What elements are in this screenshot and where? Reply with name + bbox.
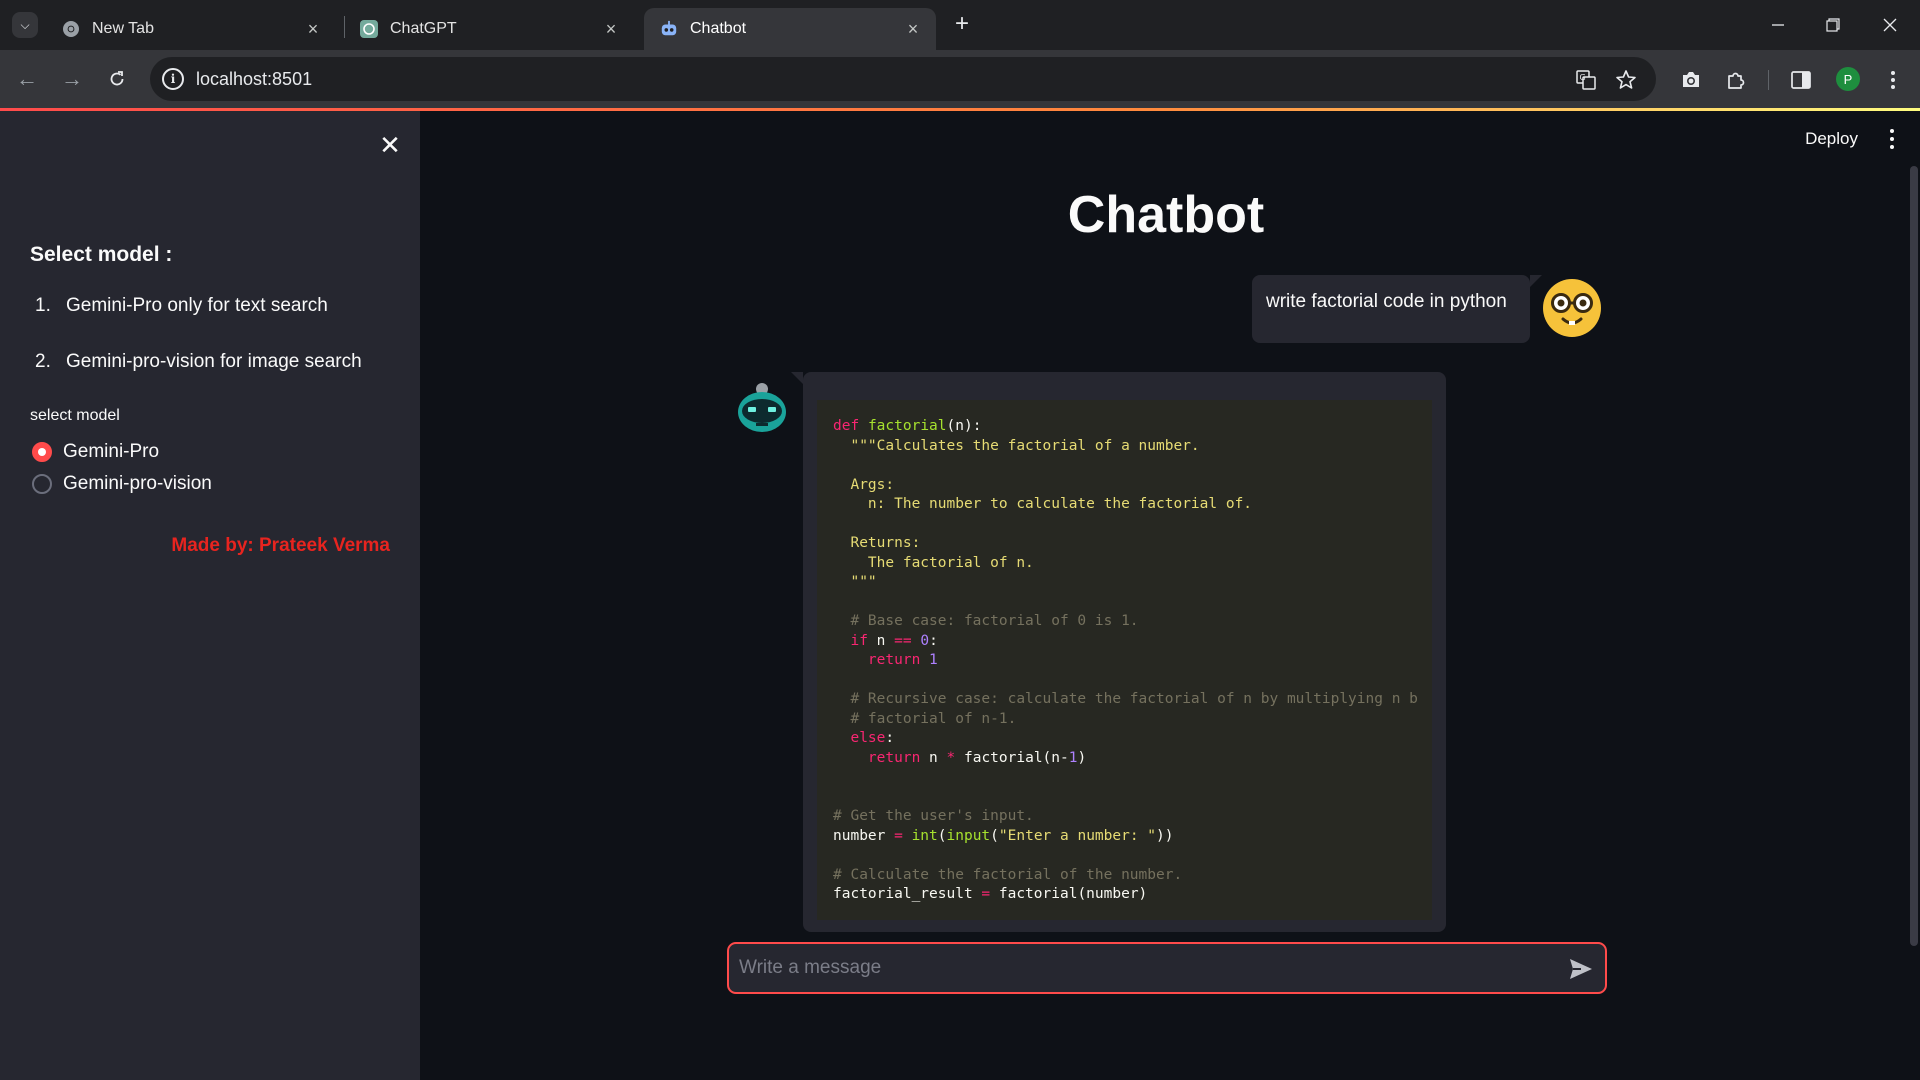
radio-option-gemini-pro[interactable]: Gemini-Pro — [32, 441, 159, 463]
chrome-icon — [62, 20, 80, 38]
message-input[interactable] — [739, 952, 1539, 984]
tab-title: New Tab — [92, 20, 154, 37]
url-text[interactable]: localhost:8501 — [196, 69, 312, 90]
bot-avatar-robot-icon — [734, 381, 790, 437]
camera-icon[interactable] — [1678, 67, 1704, 93]
tab-new-tab[interactable]: New Tab × — [46, 8, 336, 50]
code-block: def factorial(n): """Calculates the fact… — [817, 400, 1432, 920]
close-icon[interactable]: × — [304, 20, 322, 38]
radio-option-label: Gemini-pro-vision — [63, 473, 212, 494]
model-description-list: 1. Gemini-Pro only for text search 2. Ge… — [30, 295, 362, 407]
scrollbar[interactable] — [1910, 166, 1918, 946]
radio-option-label: Gemini-Pro — [63, 441, 160, 462]
address-bar[interactable]: i localhost:8501 G — [150, 57, 1656, 101]
close-icon[interactable]: ✕ — [376, 131, 404, 159]
user-avatar-nerd-face-icon — [1541, 277, 1603, 339]
restore-icon[interactable] — [1813, 8, 1853, 42]
browser-toolbar: ← → i localhost:8501 G P — [0, 50, 1920, 108]
close-icon[interactable]: × — [904, 20, 922, 38]
user-message-bubble: write factorial code in python — [1252, 275, 1530, 343]
tab-chatbot[interactable]: Chatbot × — [644, 8, 936, 50]
close-icon[interactable]: × — [602, 20, 620, 38]
radio-button[interactable] — [32, 442, 52, 462]
minimize-icon[interactable] — [1758, 8, 1798, 42]
toolbar-divider — [1768, 70, 1769, 90]
list-item: 1. Gemini-Pro only for text search — [35, 295, 328, 316]
site-info-icon[interactable]: i — [162, 68, 184, 90]
profile-avatar[interactable]: P — [1836, 67, 1860, 91]
send-icon[interactable] — [1567, 955, 1595, 983]
tab-title: Chatbot — [690, 20, 747, 37]
page-title: Chatbot — [1067, 186, 1265, 244]
back-arrow-icon[interactable]: ← — [10, 62, 44, 96]
tab-chatgpt[interactable]: ChatGPT × — [344, 8, 634, 50]
bot-bubble-tail — [791, 372, 803, 384]
list-item: 2. Gemini-pro-vision for image search — [35, 351, 362, 372]
author-credit: Made by: Prateek Verma — [171, 535, 390, 556]
robot-icon — [660, 20, 678, 38]
radio-group-label: select model — [30, 407, 120, 424]
deploy-button[interactable]: Deploy — [1805, 129, 1858, 149]
radio-option-gemini-pro-vision[interactable]: Gemini-pro-vision — [32, 473, 212, 495]
app-menu-icon[interactable] — [1884, 127, 1900, 151]
bookmark-star-icon[interactable] — [1614, 68, 1638, 92]
code-content: def factorial(n): """Calculates the fact… — [833, 418, 1418, 902]
translate-icon[interactable]: G — [1574, 68, 1598, 92]
extensions-puzzle-icon[interactable] — [1723, 67, 1749, 93]
bot-message-bubble: def factorial(n): """Calculates the fact… — [803, 372, 1446, 932]
tab-search-chevron-icon[interactable]: ⌵ — [12, 12, 38, 38]
tab-title: ChatGPT — [390, 20, 457, 37]
new-tab-plus-icon[interactable]: + — [949, 12, 975, 38]
sidebar-heading: Select model : — [30, 243, 173, 266]
window-close-icon[interactable] — [1870, 8, 1910, 42]
main-content: Deploy Chatbot write factorial code in p… — [420, 111, 1920, 1080]
svg-text:G: G — [1580, 73, 1586, 82]
browser-tabstrip: ⌵ New Tab × ChatGPT × Chatbot × + — [0, 0, 1920, 50]
reload-icon[interactable] — [100, 62, 134, 96]
side-panel-icon[interactable] — [1788, 67, 1814, 93]
chrome-menu-icon[interactable] — [1880, 67, 1906, 93]
sidebar: ✕ Select model : 1. Gemini-Pro only for … — [0, 111, 420, 1080]
radio-button[interactable] — [32, 474, 52, 494]
chat-input-box[interactable] — [727, 942, 1607, 994]
forward-arrow-icon[interactable]: → — [55, 62, 89, 96]
openai-icon — [360, 20, 378, 38]
